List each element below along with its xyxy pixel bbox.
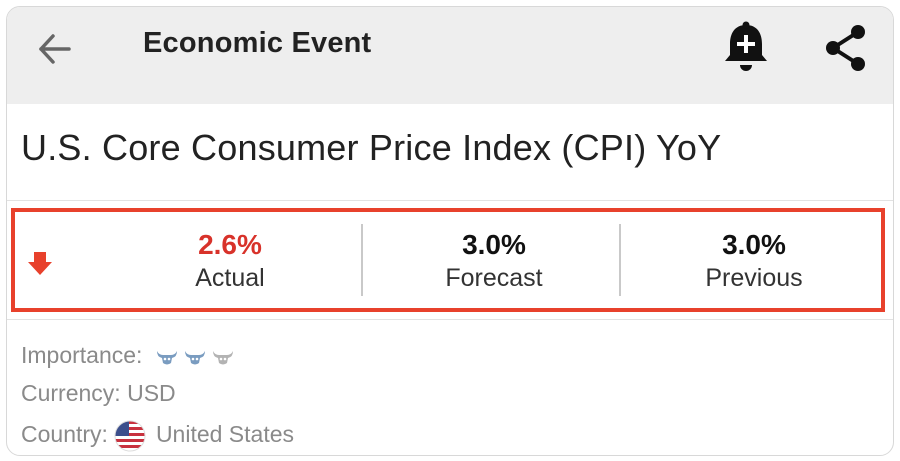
divider xyxy=(7,319,893,320)
currency-row: Currency: USD xyxy=(21,380,176,407)
share-icon xyxy=(826,25,865,71)
bull-icon xyxy=(156,351,177,365)
page-title: Economic Event xyxy=(143,27,372,59)
forecast-value-block: 3.0% Forecast xyxy=(419,228,569,300)
divider xyxy=(7,200,893,201)
country-name: United States xyxy=(155,421,295,448)
actual-value: 2.6% xyxy=(198,229,262,260)
bell-plus-icon xyxy=(725,21,767,71)
add-alert-button[interactable] xyxy=(721,19,771,77)
previous-value: 3.0% xyxy=(722,229,786,260)
country-row: Country: United States xyxy=(21,420,294,452)
down-arrow-icon xyxy=(28,252,52,275)
importance-rating xyxy=(155,343,239,370)
column-separator xyxy=(619,224,621,296)
back-arrow-icon xyxy=(39,34,71,64)
actual-value-block: 2.6% Actual xyxy=(165,228,295,300)
share-button[interactable] xyxy=(821,21,871,75)
bull-icon xyxy=(212,351,233,365)
bull-icon xyxy=(184,351,205,365)
currency-text: Currency: USD xyxy=(21,380,176,406)
forecast-label: Forecast xyxy=(445,264,543,292)
importance-row: Importance: xyxy=(21,342,239,370)
actual-label: Actual xyxy=(195,264,265,292)
column-separator xyxy=(361,224,363,296)
previous-label: Previous xyxy=(705,264,803,292)
previous-value-block: 3.0% Previous xyxy=(679,228,829,300)
importance-label: Importance: xyxy=(21,342,143,368)
back-button[interactable] xyxy=(31,25,79,73)
forecast-value: 3.0% xyxy=(462,229,526,260)
app-bar: Economic Event xyxy=(7,7,893,104)
country-label: Country: xyxy=(21,421,108,448)
event-values-panel: 2.6% Actual 3.0% Forecast 3.0% Previous xyxy=(11,208,885,312)
event-title: U.S. Core Consumer Price Index (CPI) YoY xyxy=(21,127,722,168)
us-flag-icon xyxy=(114,420,146,452)
event-card: Economic Event U.S. Core Consumer Price … xyxy=(6,6,894,456)
